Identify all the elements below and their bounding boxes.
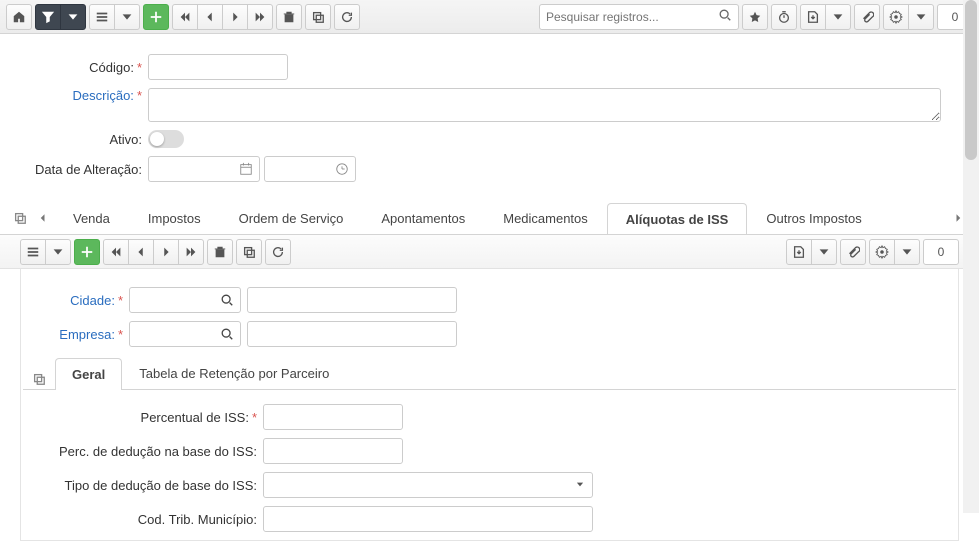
settings-button[interactable] (883, 4, 909, 30)
sub-duplicate-button[interactable] (236, 239, 262, 265)
detail-form: Percentual de ISS:* Perc. de dedução na … (23, 390, 956, 532)
refresh-button[interactable] (334, 4, 360, 30)
next-page-button[interactable] (222, 4, 248, 30)
sub-settings-button[interactable] (869, 239, 895, 265)
sub-add-button[interactable] (74, 239, 100, 265)
scrollbar-thumb[interactable] (965, 0, 977, 160)
ativo-label: Ativo: (24, 132, 148, 147)
first-page-button[interactable] (172, 4, 198, 30)
delete-button[interactable] (276, 4, 302, 30)
tab-scroll-left[interactable] (32, 202, 54, 234)
search-input[interactable] (546, 10, 718, 24)
settings-dropdown[interactable] (908, 4, 934, 30)
calendar-icon (239, 162, 253, 176)
sub-attachment-button[interactable] (840, 239, 866, 265)
duplicate-button[interactable] (305, 4, 331, 30)
add-button[interactable] (143, 4, 169, 30)
sub-toolbar: 0 (0, 235, 979, 269)
tab-impostos[interactable]: Impostos (129, 202, 220, 234)
perc-deducao-input[interactable] (263, 438, 403, 464)
tab-aliquotas-iss[interactable]: Alíquotas de ISS (607, 203, 748, 234)
sub-next-page-button[interactable] (153, 239, 179, 265)
tab-apontamentos[interactable]: Apontamentos (362, 202, 484, 234)
inner-tab-geral[interactable]: Geral (55, 358, 122, 390)
inner-copy-button[interactable] (29, 369, 49, 389)
tipo-deducao-select[interactable] (263, 472, 593, 498)
search-box[interactable] (539, 4, 739, 30)
list-view-dropdown[interactable] (114, 4, 140, 30)
tab-venda[interactable]: Venda (54, 202, 129, 234)
search-icon (220, 327, 234, 341)
vertical-scrollbar[interactable] (963, 0, 979, 513)
main-form: Código:* Descrição:* Ativo: Data de Alte… (0, 34, 979, 196)
perc-deducao-label: Perc. de dedução na base do ISS: (33, 444, 263, 459)
tipo-deducao-label: Tipo de dedução de base do ISS: (33, 478, 263, 493)
sub-prev-page-button[interactable] (128, 239, 154, 265)
cidade-label: Cidade:* (23, 293, 129, 308)
export-dropdown[interactable] (825, 4, 851, 30)
cidade-desc[interactable] (247, 287, 457, 313)
sub-export-dropdown[interactable] (811, 239, 837, 265)
cod-trib-label: Cod. Trib. Município: (33, 512, 263, 527)
attachment-button[interactable] (854, 4, 880, 30)
descricao-input[interactable] (148, 88, 941, 122)
ativo-toggle[interactable] (148, 130, 184, 148)
perc-iss-label: Percentual de ISS:* (33, 410, 263, 425)
prev-page-button[interactable] (197, 4, 223, 30)
last-page-button[interactable] (247, 4, 273, 30)
tab-outros-impostos[interactable]: Outros Impostos (747, 202, 880, 234)
data-alteracao-date[interactable] (148, 156, 260, 182)
inner-tab-tabela-retencao[interactable]: Tabela de Retenção por Parceiro (122, 357, 346, 389)
favorite-button[interactable] (742, 4, 768, 30)
sub-content: Cidade:* Empresa:* Geral Tabela de Reten… (20, 269, 959, 541)
data-alteracao-time[interactable] (264, 156, 356, 182)
sub-list-view-button[interactable] (20, 239, 46, 265)
inner-tabbar: Geral Tabela de Retenção por Parceiro (23, 357, 956, 390)
clock-icon (335, 162, 349, 176)
descricao-label: Descrição:* (24, 88, 148, 103)
list-view-button[interactable] (89, 4, 115, 30)
sub-refresh-button[interactable] (265, 239, 291, 265)
codigo-input[interactable] (148, 54, 288, 80)
sub-export-button[interactable] (786, 239, 812, 265)
sub-list-view-dropdown[interactable] (45, 239, 71, 265)
sub-counter: 0 (923, 239, 959, 265)
codigo-label: Código:* (24, 60, 148, 75)
empresa-desc[interactable] (247, 321, 457, 347)
tab-ordem-servico[interactable]: Ordem de Serviço (220, 202, 363, 234)
empresa-label: Empresa:* (23, 327, 129, 342)
cidade-lookup[interactable] (129, 287, 241, 313)
sub-settings-dropdown[interactable] (894, 239, 920, 265)
empresa-lookup[interactable] (129, 321, 241, 347)
main-tabbar: Venda Impostos Ordem de Serviço Apontame… (0, 202, 979, 235)
perc-iss-input[interactable] (263, 404, 403, 430)
data-alteracao-label: Data de Alteração: (24, 162, 148, 177)
top-toolbar: 0 (0, 0, 979, 34)
sub-last-page-button[interactable] (178, 239, 204, 265)
home-button[interactable] (6, 4, 32, 30)
tab-medicamentos[interactable]: Medicamentos (484, 202, 607, 234)
search-icon (220, 293, 234, 307)
copy-tab-button[interactable] (10, 208, 30, 228)
cod-trib-input[interactable] (263, 506, 593, 532)
search-icon (718, 8, 732, 25)
filter-dropdown-button[interactable] (60, 4, 86, 30)
sub-first-page-button[interactable] (103, 239, 129, 265)
filter-button[interactable] (35, 4, 61, 30)
sub-delete-button[interactable] (207, 239, 233, 265)
timer-button[interactable] (771, 4, 797, 30)
export-button[interactable] (800, 4, 826, 30)
